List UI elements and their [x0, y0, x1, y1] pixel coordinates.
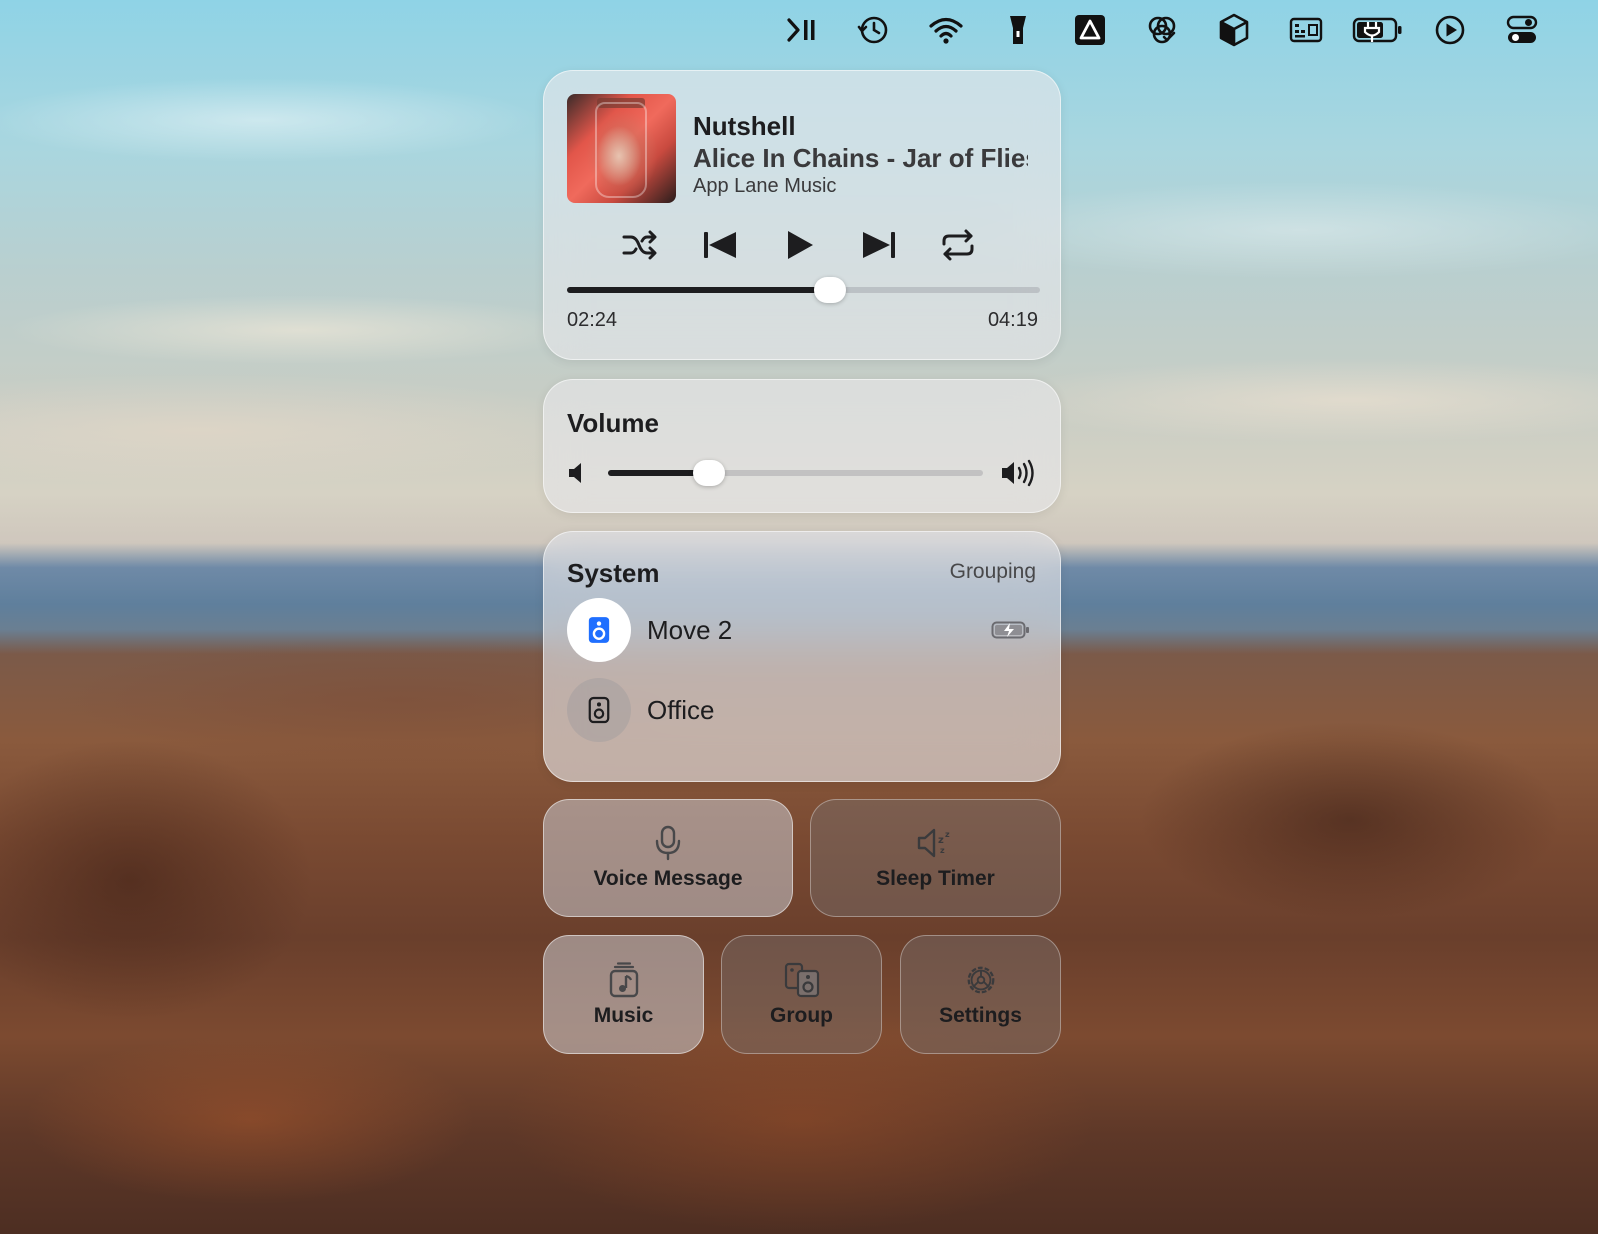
- speaker-group-icon: [784, 962, 819, 997]
- playback-progress-slider[interactable]: [567, 277, 1040, 303]
- sleep-timer-label: Sleep Timer: [876, 867, 995, 890]
- grouping-button[interactable]: Grouping: [950, 560, 1036, 584]
- battery-charging-icon: [991, 621, 1029, 639]
- next-track-icon: [862, 232, 895, 258]
- group-button[interactable]: Group: [721, 935, 882, 1054]
- play-icon: [788, 231, 813, 259]
- album-art-jar: [595, 102, 647, 198]
- music-label: Music: [593, 1003, 654, 1027]
- voice-message-label: Voice Message: [593, 867, 743, 890]
- battery-charging-icon[interactable]: [1342, 10, 1414, 50]
- music-library-icon: [609, 961, 638, 997]
- svg-text:z: z: [938, 835, 944, 846]
- time-total: 04:19: [987, 309, 1038, 331]
- app-lane-icon[interactable]: [1054, 10, 1126, 50]
- flashlight-icon[interactable]: [982, 10, 1054, 50]
- speaker-icon: [588, 617, 610, 643]
- group-label: Group: [770, 1003, 833, 1027]
- svg-text:z: z: [945, 830, 950, 839]
- playback-progress-knob[interactable]: [814, 277, 846, 303]
- playback-controls: [614, 223, 984, 267]
- sleep-timer-icon: zzz: [917, 828, 950, 858]
- repeat-icon: [942, 229, 974, 261]
- volume-slider[interactable]: [608, 460, 983, 486]
- play-pause-icon[interactable]: [766, 10, 838, 50]
- sleep-timer-button[interactable]: zzz Sleep Timer: [810, 799, 1061, 917]
- system-card: System Grouping Move 2 Office: [543, 531, 1061, 782]
- speaker-row-move-2[interactable]: Move 2: [567, 598, 1039, 662]
- previous-track-button[interactable]: [694, 223, 746, 267]
- wifi-icon[interactable]: [910, 10, 982, 50]
- music-button[interactable]: Music: [543, 935, 704, 1054]
- control-center-icon[interactable]: [1486, 10, 1558, 50]
- speaker-icon: [588, 696, 610, 724]
- now-playing-card: Nutshell Alice In Chains - Jar of Flies …: [543, 70, 1061, 360]
- previous-track-icon: [703, 232, 736, 258]
- speaker-inactive-indicator: [567, 678, 631, 742]
- speaker-active-indicator: [567, 598, 631, 662]
- voice-message-button[interactable]: Voice Message: [543, 799, 793, 917]
- ai-assistant-icon[interactable]: [1126, 10, 1198, 50]
- gear-icon: [967, 966, 994, 993]
- play-circle-icon[interactable]: [1414, 10, 1486, 50]
- volume-max-icon[interactable]: [1000, 458, 1038, 488]
- volume-slider-knob[interactable]: [693, 460, 725, 486]
- repeat-button[interactable]: [932, 223, 984, 267]
- speaker-name: Move 2: [647, 615, 733, 645]
- package-icon[interactable]: [1198, 10, 1270, 50]
- keyboard-shortcut-icon[interactable]: [1270, 10, 1342, 50]
- time-elapsed: 02:24: [567, 309, 618, 331]
- system-title: System: [567, 558, 660, 588]
- volume-title: Volume: [567, 408, 659, 438]
- next-track-button[interactable]: [853, 223, 905, 267]
- play-button[interactable]: [773, 223, 825, 267]
- playback-progress-fill: [567, 287, 830, 293]
- time-machine-icon[interactable]: [838, 10, 910, 50]
- menu-bar: [766, 10, 1558, 50]
- speaker-name: Office: [647, 695, 715, 725]
- svg-text:z: z: [940, 846, 945, 855]
- album-art: [567, 94, 676, 203]
- shuffle-button[interactable]: [614, 223, 666, 267]
- track-artist-album: Alice In Chains - Jar of Flies: [693, 143, 1028, 173]
- microphone-icon: [655, 825, 681, 861]
- volume-min-icon[interactable]: [566, 460, 592, 486]
- shuffle-icon: [622, 230, 657, 260]
- settings-button[interactable]: Settings: [900, 935, 1061, 1054]
- track-source: App Lane Music: [693, 175, 837, 197]
- speaker-row-office[interactable]: Office: [567, 678, 1039, 742]
- settings-label: Settings: [939, 1003, 1022, 1027]
- track-title: Nutshell: [693, 111, 796, 141]
- volume-card: Volume: [543, 379, 1061, 513]
